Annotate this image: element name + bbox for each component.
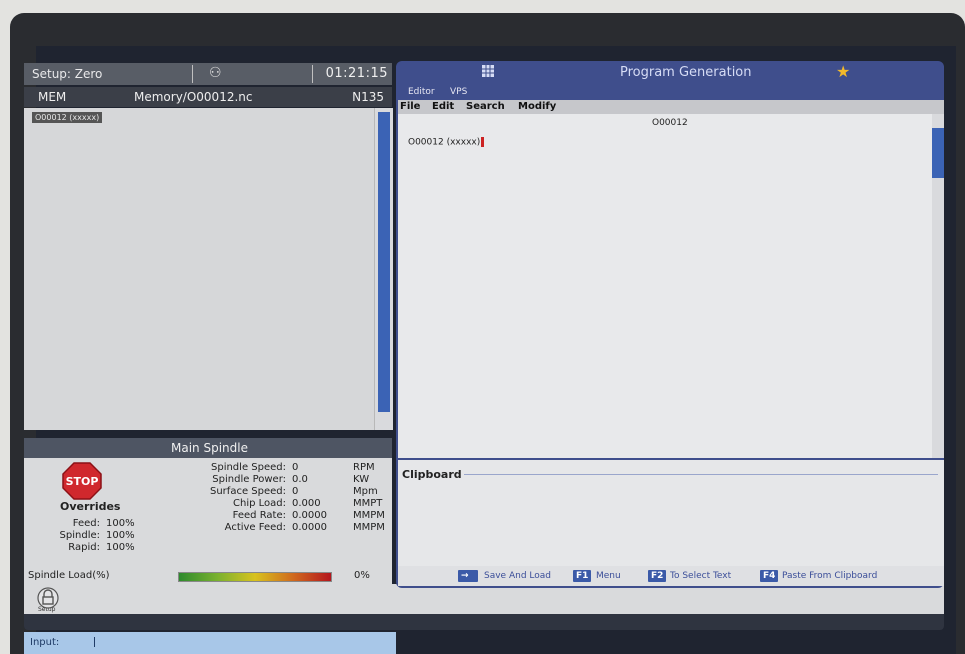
- clock-time: 01:21:15: [325, 66, 388, 81]
- lock-icon[interactable]: [36, 587, 60, 609]
- setup-mode-label: Setup: Zero: [32, 67, 103, 81]
- favorite-star-icon[interactable]: ★: [836, 62, 850, 81]
- program-path: Memory/O00012.nc: [134, 90, 253, 104]
- fkey-select-text[interactable]: To Select Text: [670, 571, 731, 581]
- spindle-stat-label: Chip Load:: [233, 498, 286, 509]
- spindle-stat-value: 0: [292, 486, 299, 497]
- override-label: Spindle:: [59, 530, 100, 541]
- block-number: N135: [352, 90, 384, 104]
- scrollbar-thumb[interactable]: [378, 112, 390, 412]
- override-value: 100%: [106, 542, 135, 553]
- spindle-stat-label: Feed Rate:: [232, 510, 286, 521]
- override-row: Feed: 100%: [40, 518, 135, 529]
- clipboard-panel[interactable]: Clipboard: [398, 460, 944, 566]
- spindle-stat-unit: MMPT: [353, 498, 383, 509]
- stop-label: STOP: [66, 475, 99, 488]
- fkey-paste-clipboard[interactable]: Paste From Clipboard: [782, 571, 877, 581]
- menu-file[interactable]: File: [400, 101, 420, 112]
- tab-editor[interactable]: Editor: [402, 86, 441, 98]
- program-scrollbar[interactable]: [374, 108, 393, 430]
- spindle-stat-label: Spindle Power:: [212, 474, 286, 485]
- override-row: Spindle: 100%: [40, 530, 135, 541]
- spindle-load-meter: [178, 572, 332, 582]
- spindle-header: Main Spindle: [24, 438, 392, 458]
- divider-strip: [24, 614, 944, 630]
- f4-key[interactable]: F4: [760, 570, 779, 582]
- override-row: Rapid: 100%: [40, 542, 135, 553]
- spindle-load-label: Spindle Load(%): [28, 570, 110, 581]
- keypad-icon[interactable]: [482, 65, 494, 77]
- editor-menu-bar: File Edit Search Modify: [398, 100, 944, 114]
- spindle-stat-value: 0.000: [292, 498, 321, 509]
- editor-window-title: Program Generation: [620, 65, 752, 80]
- spindle-stat-value: 0.0: [292, 474, 308, 485]
- spindle-stat-label: Spindle Speed:: [211, 462, 286, 473]
- stop-icon: STOP: [62, 462, 102, 500]
- editor-title-bar: Program Generation ★: [396, 61, 944, 83]
- menu-modify[interactable]: Modify: [518, 101, 556, 112]
- fkey-save-and-load[interactable]: Save And Load: [484, 571, 551, 581]
- divider: [192, 65, 193, 83]
- spindle-stat-unit: MMPM: [353, 510, 385, 521]
- program-display-panel[interactable]: O00012 (xxxxx): [24, 108, 374, 430]
- clipboard-divider: [464, 474, 938, 475]
- override-value: 100%: [106, 518, 135, 529]
- spindle-load-row: Spindle Load(%) 0%: [24, 568, 392, 584]
- f2-key[interactable]: F2: [648, 570, 667, 582]
- spindle-stat-label: Surface Speed:: [210, 486, 286, 497]
- spindle-stat-unit: MMPM: [353, 522, 385, 533]
- editor-caret: [481, 137, 485, 147]
- spindle-stat-label: Active Feed:: [224, 522, 286, 533]
- write-enter-key-icon[interactable]: →: [458, 570, 478, 582]
- spindle-header-title: Main Spindle: [171, 441, 248, 455]
- status-bar: Setup: Zero ⚇ 01:21:15: [24, 63, 392, 85]
- menu-edit[interactable]: Edit: [432, 101, 454, 112]
- editor-file-name: O00012: [652, 118, 688, 128]
- spindle-load-value: 0%: [354, 570, 370, 581]
- memory-mode: MEM: [38, 90, 67, 104]
- active-program-tag: O00012 (xxxxx): [32, 112, 103, 123]
- clipboard-label: Clipboard: [402, 468, 462, 481]
- spindle-stat-value: 0.0000: [292, 510, 327, 521]
- spindle-stat-unit: Mpm: [353, 486, 378, 497]
- editor-scrollbar-thumb[interactable]: [932, 128, 944, 178]
- input-field[interactable]: Input:: [24, 632, 396, 654]
- editor-scrollbar[interactable]: [932, 114, 944, 458]
- spindle-stat-value: 0: [292, 462, 299, 473]
- override-label: Feed:: [72, 518, 100, 529]
- f1-key[interactable]: F1: [573, 570, 592, 582]
- overrides-label: Overrides: [60, 500, 121, 513]
- code-line-text: O00012 (xxxxx): [408, 137, 481, 148]
- spindle-stat-value: 0.0000: [292, 522, 327, 533]
- spindle-stat-unit: KW: [353, 474, 370, 485]
- menu-search[interactable]: Search: [466, 101, 505, 112]
- override-label: Rapid:: [68, 542, 100, 553]
- operator-icon: ⚇: [209, 65, 222, 81]
- function-key-bar: → Save And Load F1 Menu F2 To Select Tex…: [398, 566, 944, 586]
- input-label: Input:: [30, 637, 60, 648]
- override-value: 100%: [106, 530, 135, 541]
- lower-bar: Setup: [24, 584, 944, 614]
- tab-vps[interactable]: VPS: [444, 86, 473, 98]
- fkey-menu[interactable]: Menu: [596, 571, 621, 581]
- divider: [312, 65, 313, 83]
- memory-bar: MEM Memory/O00012.nc N135: [24, 87, 392, 107]
- text-cursor: [94, 637, 95, 647]
- program-editor[interactable]: O00012 O00012 (xxxxx): [398, 114, 932, 458]
- spindle-stat-unit: RPM: [353, 462, 375, 473]
- code-line[interactable]: O00012 (xxxxx): [408, 137, 485, 148]
